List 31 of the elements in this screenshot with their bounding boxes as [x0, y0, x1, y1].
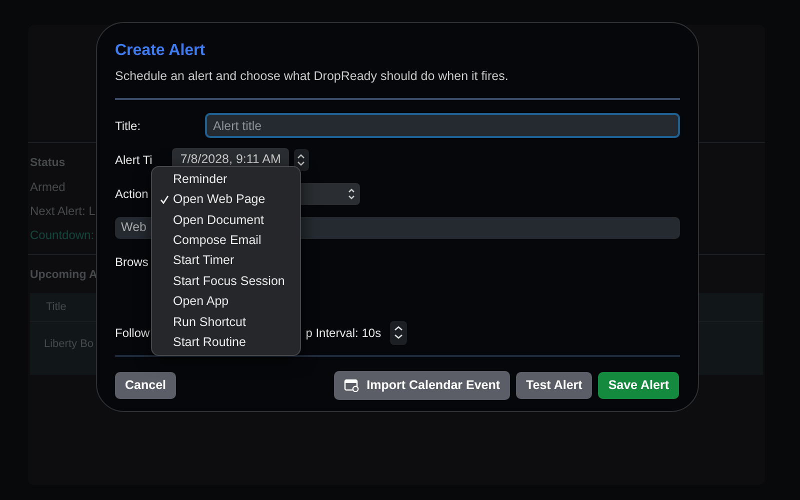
menu-item[interactable]: Open App	[152, 291, 300, 312]
secondary-button[interactable]: Test Alert	[516, 372, 592, 398]
field-label: Title:	[115, 118, 142, 135]
title-field[interactable]: Alert title	[205, 113, 680, 138]
next-alert-text: Next Alert: L	[30, 203, 96, 220]
field-label: Alert Ti	[115, 152, 152, 169]
menu-item[interactable]: Start Routine	[152, 332, 300, 353]
field-label: Follow	[115, 324, 150, 342]
chevron-icon	[347, 188, 356, 200]
section-heading: Upcoming A	[30, 268, 98, 284]
interval-label: p Interval: 10s	[306, 324, 382, 342]
import-button[interactable]: Import Calendar Event	[334, 370, 510, 400]
secondary-button[interactable]: Cancel	[115, 372, 176, 398]
stepper-icon	[393, 325, 404, 340]
countdown-text: Countdown:	[30, 227, 94, 244]
menu-item[interactable]: Open Web Page	[152, 189, 300, 210]
calendar-icon	[344, 378, 359, 392]
stepper-icon	[296, 152, 306, 167]
stepper[interactable]	[390, 320, 408, 345]
dialog-subtitle: Schedule an alert and choose what DropReady should do when it fires.	[115, 68, 510, 85]
menu-item[interactable]: Start Focus Session	[152, 270, 300, 292]
field-label: Action	[115, 186, 148, 203]
section-heading: Status	[30, 156, 66, 171]
field-label: Brows	[115, 254, 148, 271]
save-button[interactable]: Save Alert	[598, 372, 679, 398]
status-text: Armed	[30, 179, 66, 196]
menu-item[interactable]: Reminder	[152, 169, 300, 190]
stepper[interactable]	[294, 148, 309, 171]
menu-item[interactable]: Start Timer	[152, 250, 300, 271]
dialog-title: Create Alert	[115, 41, 206, 61]
checkmark-icon	[160, 195, 169, 204]
